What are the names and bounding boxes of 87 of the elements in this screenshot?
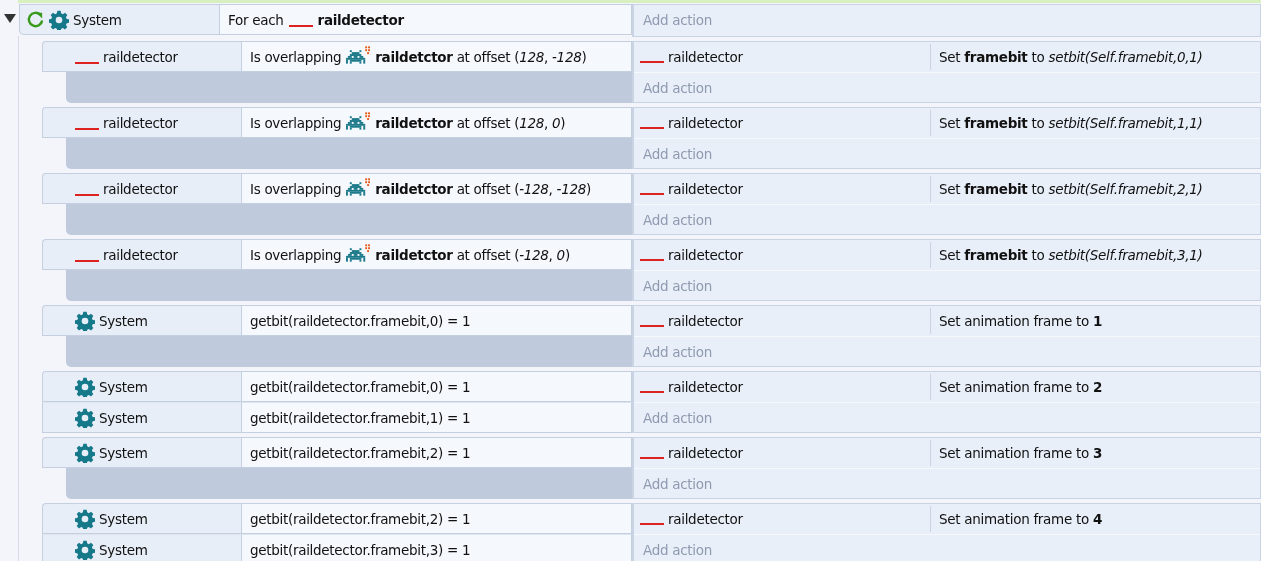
condition-text: raildetctor at offset (-128, 0) — [375, 246, 570, 263]
action-text[interactable]: Set animation frame to 1 — [939, 313, 1102, 329]
gear-icon — [49, 9, 69, 30]
invader-icon — [346, 244, 371, 262]
invader-icon — [346, 112, 371, 130]
gear-icon — [75, 539, 95, 560]
object-name: System — [99, 409, 148, 426]
action-object[interactable]: raildetector — [634, 308, 931, 334]
object-name: raildetector — [668, 181, 743, 197]
underline-icon — [75, 194, 99, 196]
condition-text: raildetctor at offset (-128, -128) — [375, 180, 591, 197]
invader-icon — [346, 46, 371, 64]
underline-icon — [640, 193, 664, 195]
condition-text: Is overlapping — [250, 246, 342, 263]
condition-object[interactable]: System — [42, 503, 241, 534]
object-name: System — [73, 11, 122, 28]
gear-icon — [75, 376, 95, 397]
object-name: System — [99, 378, 148, 395]
action-text[interactable]: Set framebit to setbit(Self.framebit,3,1) — [939, 247, 1203, 263]
condition-text: Is overlapping — [250, 180, 342, 197]
object-name: raildetector — [103, 48, 178, 65]
invader-icon — [346, 178, 371, 196]
condition-object[interactable]: raildetector — [42, 239, 241, 270]
object-name: raildetector — [668, 313, 743, 329]
object-name: raildetector — [668, 379, 743, 395]
object-name: System — [99, 541, 148, 558]
condition-object[interactable]: System — [42, 534, 241, 561]
action-text[interactable]: Set framebit to setbit(Self.framebit,2,1) — [939, 181, 1203, 197]
condition-object[interactable]: System — [42, 402, 241, 433]
underline-icon — [75, 128, 99, 130]
underline-icon — [640, 259, 664, 261]
condition-text: getbit(raildetector.framebit,3) = 1 — [250, 541, 471, 558]
condition-text: raildetctor at offset (128, -128) — [375, 48, 587, 65]
object-name: raildetector — [668, 445, 743, 461]
object-name: raildetector — [103, 246, 178, 263]
condition-object[interactable]: System — [42, 437, 241, 468]
object-name: raildetector — [103, 114, 178, 131]
underline-icon — [640, 127, 664, 129]
object-name: System — [99, 444, 148, 461]
action-text[interactable]: Set framebit to setbit(Self.framebit,1,1) — [939, 115, 1203, 131]
condition-text: For each — [228, 11, 284, 28]
object-name: System — [99, 510, 148, 527]
condition-text: raildetctor at offset (128, 0) — [375, 114, 566, 131]
underline-icon — [640, 457, 664, 459]
action-object[interactable]: raildetector — [634, 176, 931, 202]
object-name: raildetector — [103, 180, 178, 197]
condition-object[interactable]: System — [42, 305, 241, 336]
condition-object[interactable]: System — [19, 4, 219, 35]
underline-icon — [640, 325, 664, 327]
object-name: raildetector — [668, 49, 743, 65]
action-object[interactable]: raildetector — [634, 440, 931, 466]
object-name: raildetector — [668, 511, 743, 527]
object-name: raildetector — [668, 247, 743, 263]
condition-text: getbit(raildetector.framebit,2) = 1 — [250, 510, 471, 527]
underline-icon — [640, 391, 664, 393]
condition-text: Is overlapping — [250, 48, 342, 65]
action-text[interactable]: Set animation frame to 3 — [939, 445, 1102, 461]
action-text[interactable]: Set animation frame to 4 — [939, 511, 1102, 527]
action-object[interactable]: raildetector — [634, 506, 931, 532]
condition-text: getbit(raildetector.framebit,1) = 1 — [250, 409, 471, 426]
underline-icon — [75, 260, 99, 262]
underline-icon — [75, 62, 99, 64]
action-object[interactable]: raildetector — [634, 110, 931, 136]
action-object[interactable]: raildetector — [634, 44, 931, 70]
action-object[interactable]: raildetector — [634, 374, 931, 400]
object-name: System — [99, 312, 148, 329]
action-text[interactable]: Set framebit to setbit(Self.framebit,0,1) — [939, 49, 1203, 65]
condition-object[interactable]: raildetector — [42, 41, 241, 72]
condition-object[interactable]: raildetector — [42, 107, 241, 138]
underline-icon — [288, 25, 313, 27]
condition-text: raildetector — [317, 11, 404, 28]
gear-icon — [75, 407, 95, 428]
condition-text: getbit(raildetector.framebit,0) = 1 — [250, 312, 471, 329]
condition-text: getbit(raildetector.framebit,0) = 1 — [250, 378, 471, 395]
object-name: raildetector — [668, 115, 743, 131]
loop-icon — [26, 10, 45, 29]
condition-object[interactable]: raildetector — [42, 173, 241, 204]
condition-text: getbit(raildetector.framebit,2) = 1 — [250, 444, 471, 461]
action-object[interactable]: raildetector — [634, 242, 931, 268]
gear-icon — [75, 442, 95, 463]
gear-icon — [75, 508, 95, 529]
condition-text: Is overlapping — [250, 114, 342, 131]
underline-icon — [640, 61, 664, 63]
action-text[interactable]: Set animation frame to 2 — [939, 379, 1102, 395]
gear-icon — [75, 310, 95, 331]
condition-object[interactable]: System — [42, 371, 241, 402]
underline-icon — [640, 523, 664, 525]
